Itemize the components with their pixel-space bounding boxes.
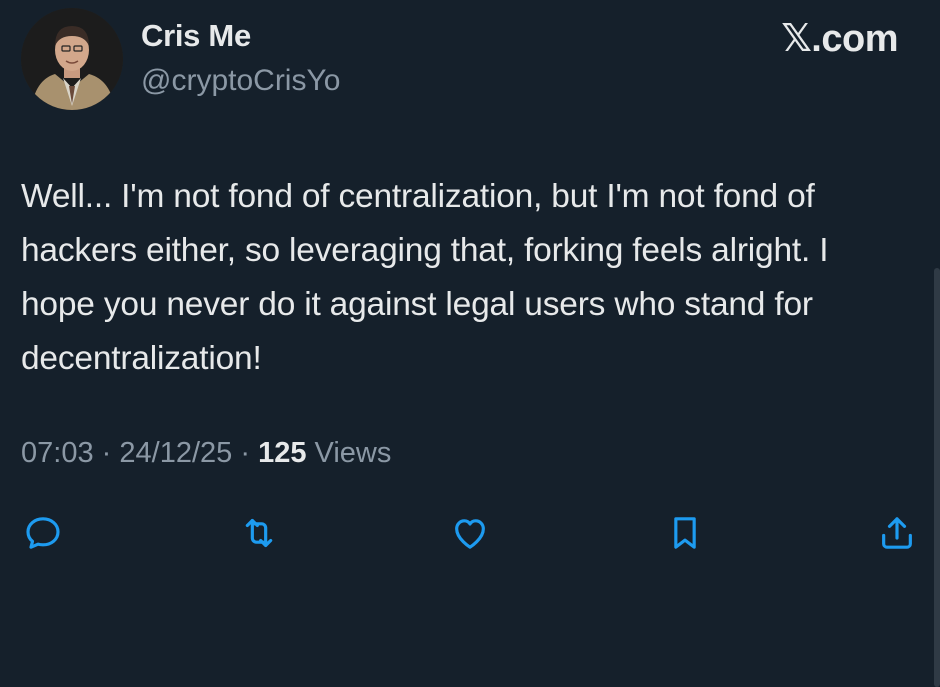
scrollbar[interactable] bbox=[934, 268, 940, 687]
share-icon bbox=[882, 517, 912, 549]
tweet-date[interactable]: 24/12/25 bbox=[119, 437, 232, 469]
like-button[interactable] bbox=[447, 510, 493, 556]
avatar-photo bbox=[21, 8, 123, 110]
share-button[interactable] bbox=[874, 510, 920, 556]
tweet-meta: 07:03 · 24/12/25 · 125 Views bbox=[21, 437, 391, 470]
tweet-text: Well... I'm not fond of centralization, … bbox=[21, 178, 829, 377]
meta-separator: · bbox=[101, 437, 112, 469]
tweet-actions bbox=[0, 510, 940, 560]
brand-logo: 𝕏.com bbox=[781, 18, 898, 60]
bookmark-icon bbox=[674, 517, 696, 549]
user-handle[interactable]: @cryptoCrisYo bbox=[141, 64, 340, 98]
tweet-time[interactable]: 07:03 bbox=[21, 437, 94, 469]
avatar[interactable] bbox=[21, 8, 123, 110]
like-icon bbox=[455, 519, 485, 549]
reply-button[interactable] bbox=[20, 510, 66, 556]
retweet-icon bbox=[245, 518, 273, 548]
display-name[interactable]: Cris Me bbox=[141, 18, 251, 54]
views-count: 125 bbox=[258, 437, 307, 469]
reply-icon bbox=[26, 517, 60, 549]
retweet-button[interactable] bbox=[236, 510, 282, 556]
meta-separator: · bbox=[240, 437, 250, 469]
bookmark-button[interactable] bbox=[662, 510, 708, 556]
views-label: Views bbox=[314, 437, 392, 469]
